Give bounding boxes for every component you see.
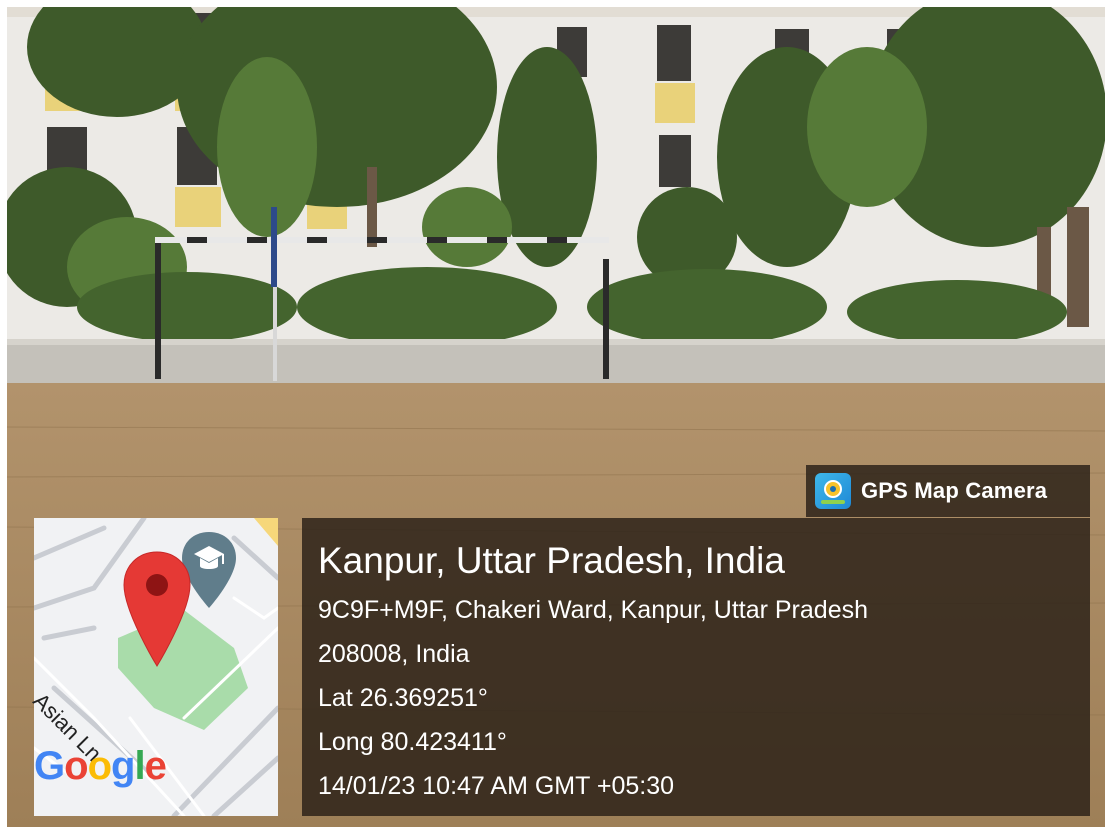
google-logo-letter: l bbox=[134, 744, 145, 788]
google-logo-letter: e bbox=[144, 744, 167, 788]
google-logo-letter: G bbox=[34, 744, 65, 788]
gps-map-camera-label: GPS Map Camera bbox=[861, 478, 1048, 503]
address-line-1: 9C9F+M9F, Chakeri Ward, Kanpur, Uttar Pr… bbox=[318, 596, 868, 624]
location-title: Kanpur, Uttar Pradesh, India bbox=[318, 540, 785, 581]
gps-map-camera-icon bbox=[815, 473, 851, 509]
google-logo-letter: g bbox=[111, 744, 135, 788]
latitude-text: Lat 26.369251° bbox=[318, 684, 488, 712]
address-line-2: 208008, India bbox=[318, 640, 470, 668]
gps-map-camera-badge: GPS Map Camera bbox=[806, 465, 1090, 517]
google-logo-letter: o bbox=[64, 744, 88, 788]
longitude-text: Long 80.423411° bbox=[318, 728, 507, 756]
location-pin-icon[interactable] bbox=[122, 550, 192, 668]
location-info-panel: Kanpur, Uttar Pradesh, India 9C9F+M9F, C… bbox=[302, 518, 1090, 816]
timestamp-text: 14/01/23 10:47 AM GMT +05:30 bbox=[318, 772, 675, 800]
google-logo: Google bbox=[34, 744, 167, 789]
google-logo-letter: o bbox=[87, 744, 112, 788]
